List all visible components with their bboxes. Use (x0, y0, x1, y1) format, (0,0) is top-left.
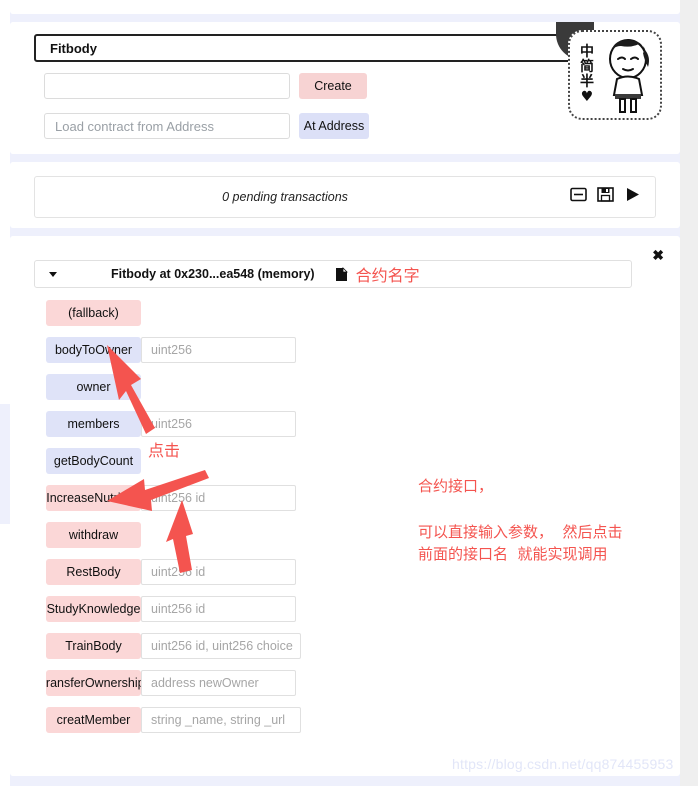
cartoon-avatar-icon (599, 37, 657, 113)
function-row: IncreaseNutrition uint256 id (34, 485, 634, 511)
constructor-args-input[interactable] (44, 73, 290, 99)
function-args-input[interactable]: uint256 id, uint256 choice (141, 633, 301, 659)
load-address-placeholder: Load contract from Address (55, 118, 214, 134)
left-edge-sliver-gap (0, 404, 10, 524)
instance-header[interactable]: Fitbody at 0x230...ea548 (memory) 合约名字 (34, 260, 632, 288)
instance-title: Fitbody at 0x230...ea548 (memory) (111, 267, 315, 281)
annotation-contract-name: 合约名字 (355, 266, 420, 285)
at-address-button[interactable]: At Address (299, 113, 369, 139)
function-button[interactable]: bodyToOwner (46, 337, 141, 363)
function-args-input[interactable]: uint256 (141, 337, 296, 363)
function-button[interactable]: transferOwnership (46, 670, 141, 696)
sticker-text: 中简半 ♥ (580, 44, 594, 105)
function-button[interactable]: getBodyCount (46, 448, 141, 474)
function-args-input[interactable]: uint256 id (141, 596, 296, 622)
function-row: transferOwnership address newOwner (34, 670, 634, 696)
right-gutter (680, 0, 698, 786)
transactions-icon-group (570, 186, 641, 203)
contract-select-value: Fitbody (50, 40, 97, 56)
left-edge-sliver (0, 0, 10, 786)
function-button[interactable]: StudyKnowledge (46, 596, 141, 622)
function-button[interactable]: IncreaseNutrition (46, 485, 141, 511)
copy-icon[interactable] (335, 266, 348, 282)
function-args-input[interactable]: uint256 id (141, 485, 296, 511)
watermark-url: https://blog.csdn.net/qq874455953 (452, 756, 674, 772)
annotation-detail: 可以直接输入参数， 然后点击 前面的接口名 就能实现调用 (418, 523, 623, 563)
function-args-input[interactable]: uint256 (141, 411, 296, 437)
panel-top-partial (10, 0, 680, 14)
function-row: members uint256 (34, 411, 634, 437)
function-row: creatMember string _name, string _url (34, 707, 634, 733)
function-row: owner (34, 374, 634, 400)
function-args-input[interactable]: string _name, string _url (141, 707, 301, 733)
deployed-instance-panel: ✖ Fitbody at 0x230...ea548 (memory) 合约名字… (10, 236, 680, 776)
at-address-button-label: At Address (303, 119, 365, 133)
function-button[interactable]: members (46, 411, 141, 437)
function-button[interactable]: (fallback) (46, 300, 141, 326)
function-button[interactable]: TrainBody (46, 633, 141, 659)
transactions-box: 0 pending transactions (34, 176, 656, 218)
play-icon[interactable] (624, 186, 641, 203)
transactions-panel: 0 pending transactions (10, 162, 680, 228)
function-button[interactable]: RestBody (46, 559, 141, 585)
function-args-input[interactable]: uint256 id (141, 559, 296, 585)
function-button[interactable]: creatMember (46, 707, 141, 733)
pending-transactions-label: 0 pending transactions (222, 190, 348, 204)
minus-box-icon[interactable] (570, 186, 587, 203)
function-args-input[interactable]: address newOwner (141, 670, 296, 696)
function-row: StudyKnowledge uint256 id (34, 596, 634, 622)
annotation-interface: 合约接口， (418, 477, 494, 495)
chevron-down-icon[interactable] (49, 271, 57, 277)
remix-run-panel: Fitbody Create Load contract from Addres… (0, 0, 698, 786)
function-button[interactable]: owner (46, 374, 141, 400)
save-icon[interactable] (597, 186, 614, 203)
watermark-sticker: 中简半 ♥ (568, 30, 662, 120)
create-button-label: Create (314, 79, 352, 93)
create-button[interactable]: Create (299, 73, 367, 99)
annotation-click: 点击 (148, 441, 181, 460)
function-button[interactable]: withdraw (46, 522, 141, 548)
function-row: (fallback) (34, 300, 634, 326)
function-row: bodyToOwner uint256 (34, 337, 634, 363)
load-address-input[interactable]: Load contract from Address (44, 113, 290, 139)
function-row: getBodyCount (34, 448, 634, 474)
close-icon[interactable]: ✖ (652, 248, 664, 262)
function-row: TrainBody uint256 id, uint256 choice (34, 633, 634, 659)
